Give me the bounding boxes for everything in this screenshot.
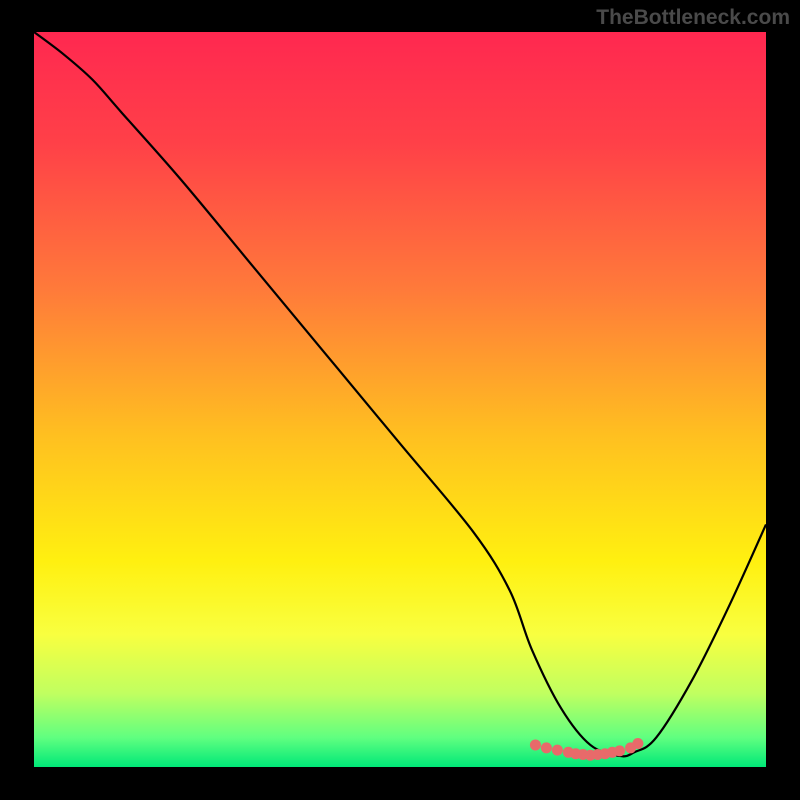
marker-dot <box>552 745 563 756</box>
chart-container: TheBottleneck.com <box>0 0 800 800</box>
marker-dot <box>541 742 552 753</box>
marker-dot <box>632 738 643 749</box>
plot-area <box>34 32 766 767</box>
chart-svg <box>34 32 766 767</box>
marker-dot <box>614 745 625 756</box>
watermark-text: TheBottleneck.com <box>596 6 790 30</box>
gradient-background <box>34 32 766 767</box>
marker-dot <box>530 739 541 750</box>
